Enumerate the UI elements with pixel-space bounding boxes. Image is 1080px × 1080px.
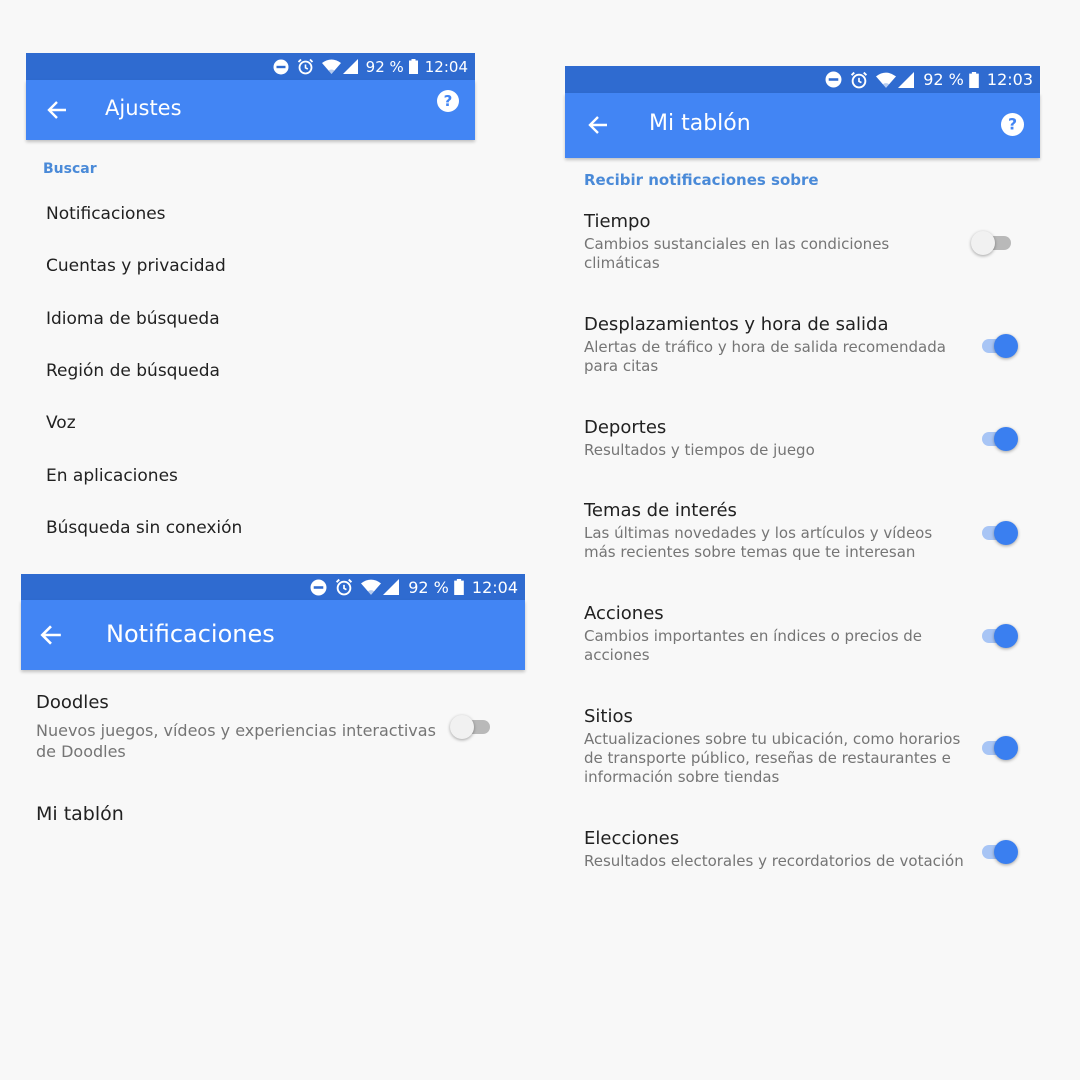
topic-row[interactable]: Sitios Actualizaciones sobre tu ubicación… bbox=[584, 706, 1024, 787]
topic-description: Las últimas novedades y los artículos y … bbox=[584, 524, 1024, 562]
back-arrow-icon[interactable] bbox=[587, 114, 609, 141]
topic-description: Resultados electorales y recordatorios d… bbox=[584, 852, 1024, 871]
setting-row-mi-tablon[interactable]: Mi tablón bbox=[36, 803, 124, 825]
setting-description-line: Nuevos juegos, vídeos y experiencias int… bbox=[36, 721, 436, 740]
topic-description-line: Actualizaciones sobre tu ubicación, como… bbox=[584, 730, 961, 748]
status-bar: 92 % 12:04 bbox=[21, 574, 525, 600]
topic-description-line: acciones bbox=[584, 646, 650, 664]
setting-description-line: de Doodles bbox=[36, 742, 126, 761]
clock-time: 12:04 bbox=[424, 57, 468, 76]
topic-title: Sitios bbox=[584, 706, 633, 727]
battery-icon bbox=[454, 579, 464, 595]
signal-icon bbox=[342, 59, 358, 74]
clock-time: 12:04 bbox=[471, 577, 518, 597]
app-bar: Notificaciones bbox=[21, 600, 525, 670]
topic-description: Cambios importantes en índices o precios… bbox=[584, 627, 1024, 665]
signal-icon bbox=[898, 71, 915, 88]
topic-title: Temas de interés bbox=[584, 500, 737, 521]
clock-time: 12:03 bbox=[986, 70, 1033, 89]
topic-row[interactable]: Tiempo Cambios sustanciales en las condic… bbox=[584, 211, 1024, 273]
topic-description-line: Alertas de tráfico y hora de salida reco… bbox=[584, 338, 946, 356]
topic-title: Desplazamientos y hora de salida bbox=[584, 314, 889, 335]
topic-row[interactable]: Acciones Cambios importantes en índices o… bbox=[584, 603, 1024, 665]
section-header-recibir: Recibir notificaciones sobre bbox=[584, 171, 819, 189]
settings-item[interactable]: Voz bbox=[46, 413, 76, 433]
help-icon[interactable]: ? bbox=[437, 90, 459, 117]
section-header-buscar: Buscar bbox=[43, 161, 97, 177]
battery-percentage: 92 % bbox=[923, 70, 964, 89]
topic-row[interactable]: Desplazamientos y hora de salida Alertas … bbox=[584, 314, 1024, 376]
topic-description-line: de transporte público, reseñas de restau… bbox=[584, 749, 951, 767]
settings-item[interactable]: Cuentas y privacidad bbox=[46, 256, 226, 276]
alarm-icon bbox=[850, 71, 868, 89]
page-title: Ajustes bbox=[105, 96, 182, 120]
topic-title: Deportes bbox=[584, 417, 667, 438]
topic-title: Elecciones bbox=[584, 828, 680, 849]
ajustes-screen: 92 % 12:04 Ajustes ? bbox=[26, 53, 475, 140]
back-arrow-icon[interactable] bbox=[46, 99, 68, 126]
topic-toggle[interactable] bbox=[980, 426, 1022, 452]
svg-text:?: ? bbox=[444, 92, 453, 110]
status-bar: 92 % 12:03 bbox=[565, 66, 1040, 93]
battery-icon bbox=[408, 59, 418, 74]
settings-item[interactable]: Región de búsqueda bbox=[46, 361, 220, 381]
notificaciones-screen: 92 % 12:04 Notificaciones bbox=[21, 574, 525, 670]
settings-item[interactable]: Búsqueda sin conexión bbox=[46, 518, 242, 538]
battery-percentage: 92 % bbox=[365, 57, 404, 76]
do-not-disturb-icon bbox=[273, 59, 289, 75]
svg-text:?: ? bbox=[1008, 115, 1017, 134]
wifi-icon bbox=[361, 579, 382, 595]
setting-description: Nuevos juegos, vídeos y experiencias int… bbox=[36, 720, 436, 762]
topic-title: Acciones bbox=[584, 603, 664, 624]
signal-icon bbox=[383, 579, 400, 595]
topic-description-line: información sobre tiendas bbox=[584, 768, 780, 786]
topic-toggle[interactable] bbox=[980, 520, 1022, 546]
settings-item[interactable]: Idioma de búsqueda bbox=[46, 309, 220, 329]
topic-description-line: Las últimas novedades y los artículos y … bbox=[584, 524, 933, 542]
app-bar: Mi tablón ? bbox=[565, 93, 1040, 158]
doodles-toggle[interactable] bbox=[450, 714, 494, 740]
topic-toggle[interactable] bbox=[980, 839, 1022, 865]
topic-description: Actualizaciones sobre tu ubicación, como… bbox=[584, 730, 1024, 787]
topic-description: Alertas de tráfico y hora de salida reco… bbox=[584, 338, 1024, 376]
alarm-icon bbox=[335, 578, 353, 596]
status-bar: 92 % 12:04 bbox=[26, 53, 475, 80]
settings-item[interactable]: En aplicaciones bbox=[46, 466, 178, 486]
page-title: Notificaciones bbox=[106, 620, 275, 648]
app-bar: Ajustes ? bbox=[26, 80, 475, 140]
topic-row[interactable]: Temas de interés Las últimas novedades y … bbox=[584, 500, 1024, 562]
battery-percentage: 92 % bbox=[408, 577, 449, 597]
topic-row[interactable]: Deportes Resultados y tiempos de juego bbox=[584, 417, 1024, 460]
topic-title: Tiempo bbox=[584, 211, 651, 232]
alarm-icon bbox=[297, 58, 314, 75]
topic-toggle[interactable] bbox=[971, 230, 1013, 256]
topic-description-line: Resultados electorales y recordatorios d… bbox=[584, 852, 964, 870]
back-arrow-icon[interactable] bbox=[39, 623, 63, 652]
topic-toggle[interactable] bbox=[980, 735, 1022, 761]
topic-row[interactable]: Elecciones Resultados electorales y recor… bbox=[584, 828, 1024, 871]
topic-toggle[interactable] bbox=[980, 623, 1022, 649]
topic-description-line: para citas bbox=[584, 357, 659, 375]
topic-description: Cambios sustanciales en las condiciones c… bbox=[584, 235, 1024, 273]
help-icon[interactable]: ? bbox=[1001, 113, 1024, 141]
topic-description-line: Cambios sustanciales en las condiciones bbox=[584, 235, 890, 253]
topic-description-line: Resultados y tiempos de juego bbox=[584, 441, 815, 459]
topic-description: Resultados y tiempos de juego bbox=[584, 441, 1024, 460]
mi-tablon-screen: 92 % 12:03 Mi tablón ? bbox=[565, 66, 1040, 158]
topic-toggle[interactable] bbox=[980, 333, 1022, 359]
do-not-disturb-icon bbox=[310, 579, 327, 596]
topic-description-line: más recientes sobre temas que te interes… bbox=[584, 543, 916, 561]
page-title: Mi tablón bbox=[649, 111, 751, 136]
setting-row-doodles[interactable]: Doodles Nuevos juegos, vídeos y experien… bbox=[36, 692, 506, 764]
setting-title: Doodles bbox=[36, 692, 109, 713]
wifi-icon bbox=[321, 59, 341, 74]
wifi-icon bbox=[876, 72, 897, 88]
do-not-disturb-icon bbox=[825, 71, 842, 88]
topic-description-line: climáticas bbox=[584, 254, 660, 272]
battery-icon bbox=[969, 71, 979, 88]
topic-description-line: Cambios importantes en índices o precios… bbox=[584, 627, 923, 645]
settings-item[interactable]: Notificaciones bbox=[46, 204, 166, 224]
